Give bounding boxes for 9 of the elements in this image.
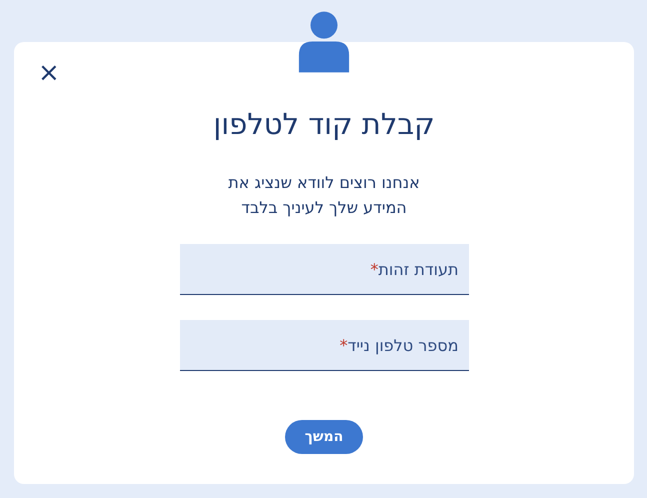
field-label: מספר טלפון נייד* [340, 336, 458, 354]
continue-button[interactable]: המשך [285, 420, 363, 454]
dialog-title: קבלת קוד לטלפון [213, 106, 435, 143]
input-field[interactable]: תעודת זהות* [180, 244, 468, 295]
input-field[interactable]: מספר טלפון נייד* [180, 320, 468, 371]
person-icon [297, 10, 351, 73]
field-label: תעודת זהות* [370, 260, 458, 278]
close-button[interactable]: × [36, 60, 62, 86]
description-text: אנחנו רוצים לוודא שנציג את המידע שלך לעיניך בלבד [228, 172, 420, 219]
